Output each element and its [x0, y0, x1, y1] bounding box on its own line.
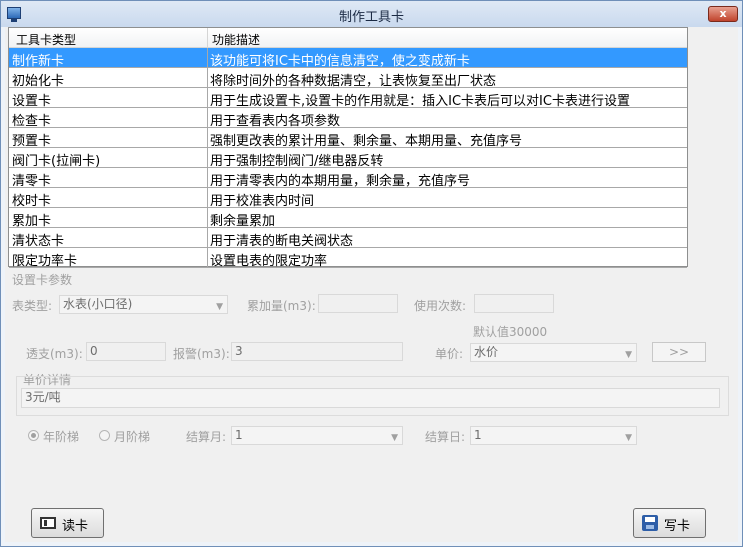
list-header: 工具卡类型 功能描述 [9, 28, 687, 48]
row-separator [207, 168, 208, 188]
row-type: 预置卡 [12, 134, 52, 149]
row-type: 设置卡 [12, 94, 52, 109]
price-label: 单价: [435, 347, 464, 361]
row-description: 剩余量累加 [210, 214, 276, 229]
table-row[interactable]: 累加卡 剩余量累加 [9, 208, 687, 229]
settle-month-value: 1 [235, 428, 243, 442]
save-disk-icon [642, 515, 658, 531]
row-description: 该功能可将IC卡中的信息清空，使之变成新卡 [210, 54, 470, 69]
read-card-button[interactable]: 读卡 [31, 508, 104, 538]
row-separator [207, 248, 208, 268]
settle-day-select[interactable]: 1 ▼ [470, 426, 637, 445]
row-type: 制作新卡 [12, 54, 65, 69]
row-description: 用于强制控制阀门/继电器反转 [210, 154, 384, 169]
meter-type-value: 水表(小口径) [63, 297, 133, 311]
price-detail-field[interactable]: 3元/吨 [21, 388, 720, 408]
card-icon [40, 517, 56, 529]
month-tier-radio[interactable] [99, 430, 110, 441]
chevron-down-icon: ▼ [391, 433, 398, 443]
row-separator [207, 128, 208, 148]
row-separator [207, 148, 208, 168]
meter-type-label: 表类型: [12, 299, 53, 313]
row-description: 用于校准表内时间 [210, 194, 315, 209]
row-separator [207, 48, 208, 68]
row-description: 用于生成设置卡,设置卡的作用就是：插入IC卡表后可以对IC卡表进行设置 [210, 94, 630, 109]
overdraft-label: 透支(m3): [26, 347, 83, 361]
close-button[interactable]: x [708, 6, 738, 22]
use-count-label: 使用次数: [414, 299, 467, 313]
row-separator [207, 88, 208, 108]
window-title: 制作工具卡 [338, 10, 404, 25]
write-card-button[interactable]: 写卡 [633, 508, 706, 538]
tool-card-window: 制作工具卡 x 工具卡类型 功能描述 制作新卡 该功能可将IC卡中的信息清空，使之… [0, 0, 743, 547]
row-type: 清状态卡 [12, 234, 65, 249]
row-separator [207, 188, 208, 208]
client-area: 工具卡类型 功能描述 制作新卡 该功能可将IC卡中的信息清空，使之变成新卡 初始化卡… [5, 27, 738, 542]
accum-input[interactable] [318, 294, 398, 313]
row-type: 累加卡 [12, 214, 52, 229]
chevron-down-icon: ▼ [625, 433, 632, 443]
table-row[interactable]: 制作新卡 该功能可将IC卡中的信息清空，使之变成新卡 [9, 48, 687, 69]
row-separator [207, 108, 208, 128]
price-value: 水价 [474, 345, 499, 359]
price-select[interactable]: 水价 ▼ [470, 343, 637, 362]
settle-day-value: 1 [474, 428, 482, 442]
column-header-type[interactable]: 工具卡类型 [16, 31, 76, 48]
more-button[interactable]: >> [652, 342, 706, 362]
header-separator [207, 28, 208, 47]
row-description: 用于查看表内各项参数 [210, 114, 341, 129]
row-type: 初始化卡 [12, 74, 65, 89]
alarm-input[interactable]: 3 [231, 342, 403, 361]
chevron-down-icon: ▼ [216, 302, 223, 312]
row-type: 限定功率卡 [12, 254, 78, 269]
table-row[interactable]: 阀门卡(拉闸卡) 用于强制控制阀门/继电器反转 [9, 148, 687, 169]
row-type: 阀门卡(拉闸卡) [12, 154, 101, 169]
year-tier-label: 年阶梯 [43, 430, 80, 444]
row-description: 将除时间外的各种数据清空，让表恢复至出厂状态 [210, 74, 497, 89]
write-card-label: 写卡 [664, 519, 691, 534]
table-row[interactable]: 校时卡 用于校准表内时间 [9, 188, 687, 209]
year-tier-radio[interactable] [28, 430, 39, 441]
row-type: 清零卡 [12, 174, 52, 189]
row-description: 强制更改表的累计用量、剩余量、本期用量、充值序号 [210, 134, 523, 149]
row-type: 检查卡 [12, 114, 52, 129]
settle-month-label: 结算月: [186, 430, 227, 444]
title-bar: 制作工具卡 x [1, 1, 742, 27]
table-row[interactable]: 设置卡 用于生成设置卡,设置卡的作用就是：插入IC卡表后可以对IC卡表进行设置 [9, 88, 687, 109]
settings-group-label: 设置卡参数 [12, 273, 73, 287]
row-description: 用于清零表内的本期用量，剩余量，充值序号 [210, 174, 471, 189]
tool-card-list: 工具卡类型 功能描述 制作新卡 该功能可将IC卡中的信息清空，使之变成新卡 初始化卡… [8, 27, 688, 269]
table-row[interactable]: 预置卡 强制更改表的累计用量、剩余量、本期用量、充值序号 [9, 128, 687, 149]
table-row[interactable]: 限定功率卡 设置电表的限定功率 [9, 248, 687, 269]
table-row[interactable]: 清零卡 用于清零表内的本期用量，剩余量，充值序号 [9, 168, 687, 189]
chevron-down-icon: ▼ [625, 350, 632, 360]
column-header-desc[interactable]: 功能描述 [212, 31, 260, 48]
settle-day-label: 结算日: [425, 430, 466, 444]
row-separator [207, 68, 208, 88]
table-row[interactable]: 初始化卡 将除时间外的各种数据清空，让表恢复至出厂状态 [9, 68, 687, 89]
default-hint: 默认值30000 [473, 325, 548, 339]
month-tier-label: 月阶梯 [114, 430, 151, 444]
settle-month-select[interactable]: 1 ▼ [231, 426, 403, 445]
row-type: 校时卡 [12, 194, 52, 209]
row-separator [207, 208, 208, 228]
row-description: 设置电表的限定功率 [210, 254, 328, 269]
row-description: 用于清表的断电关阀状态 [210, 234, 354, 249]
use-count-input[interactable] [474, 294, 554, 313]
table-row[interactable]: 检查卡 用于查看表内各项参数 [9, 108, 687, 129]
row-separator [207, 228, 208, 248]
meter-type-select[interactable]: 水表(小口径) ▼ [59, 295, 228, 314]
overdraft-input[interactable]: 0 [86, 342, 166, 361]
table-row[interactable]: 清状态卡 用于清表的断电关阀状态 [9, 228, 687, 249]
alarm-label: 报警(m3): [173, 347, 230, 361]
accum-label: 累加量(m3): [247, 299, 316, 313]
read-card-label: 读卡 [62, 519, 89, 534]
